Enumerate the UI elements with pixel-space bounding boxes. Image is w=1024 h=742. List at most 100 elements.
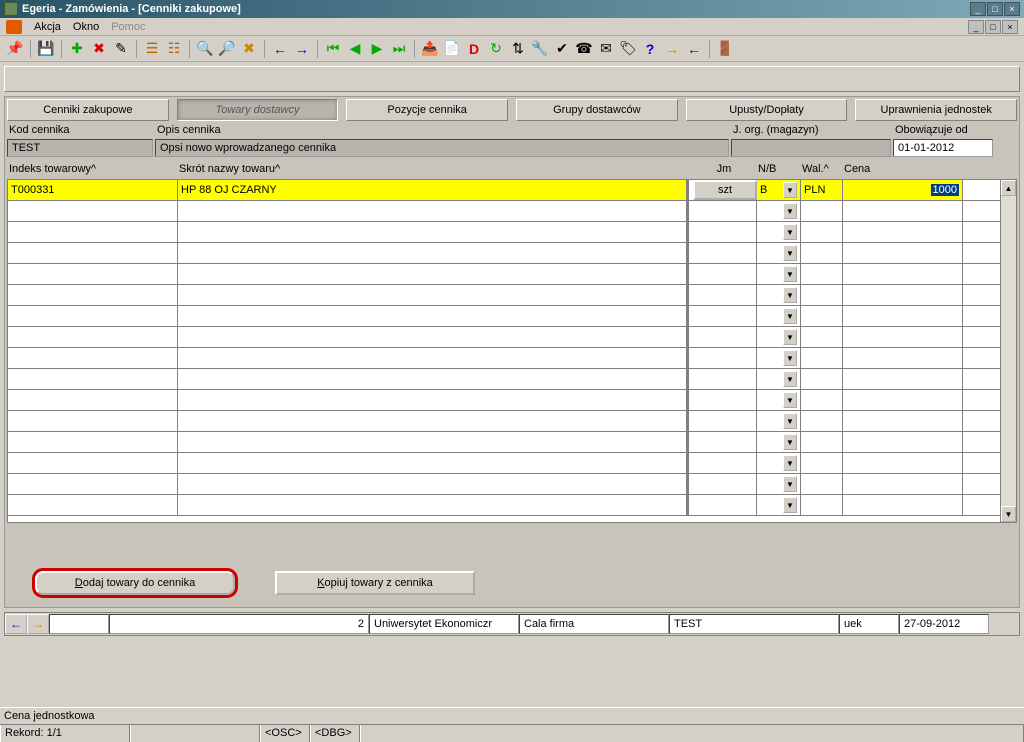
- first-icon[interactable]: ⏮: [324, 40, 342, 58]
- menu-okno[interactable]: Okno: [73, 21, 99, 33]
- dropdown-icon[interactable]: ▼: [783, 224, 797, 240]
- mail-icon[interactable]: ✉: [597, 40, 615, 58]
- dropdown-icon[interactable]: ▼: [783, 455, 797, 471]
- inner-restore-button[interactable]: □: [985, 20, 1001, 34]
- tab-uprawnienia[interactable]: Uprawnienia jednostek: [855, 99, 1017, 121]
- sort-icon[interactable]: ⇅: [509, 40, 527, 58]
- filter-icon[interactable]: 🔎: [218, 40, 236, 58]
- cell-skrot[interactable]: HP 88 OJ CZARNY: [178, 180, 689, 200]
- table-row[interactable]: ▼: [8, 327, 1000, 348]
- table-row[interactable]: ▼: [8, 243, 1000, 264]
- help-icon[interactable]: ?: [641, 40, 659, 58]
- tab-grupy-dostawcow[interactable]: Grupy dostawców: [516, 99, 678, 121]
- tool-util-icon[interactable]: 🔧: [531, 40, 549, 58]
- cell-cena[interactable]: 1000: [843, 180, 963, 200]
- dropdown-icon[interactable]: ▼: [783, 182, 797, 198]
- dropdown-icon[interactable]: ▼: [783, 308, 797, 324]
- jorg-label: J. org. (magazyn): [731, 123, 891, 139]
- menu-pomoc[interactable]: Pomoc: [111, 21, 145, 33]
- inner-minimize-button[interactable]: _: [968, 20, 984, 34]
- table-row[interactable]: ▼: [8, 411, 1000, 432]
- nav-field-firma[interactable]: Cala firma: [519, 614, 669, 634]
- dropdown-icon[interactable]: ▼: [783, 392, 797, 408]
- table-row[interactable]: ▼: [8, 390, 1000, 411]
- cell-indeks[interactable]: T000331: [8, 180, 178, 200]
- dropdown-icon[interactable]: ▼: [783, 329, 797, 345]
- pin-icon[interactable]: 📌: [6, 40, 24, 58]
- tool-doc-icon[interactable]: 📄: [443, 40, 461, 58]
- close-button[interactable]: ×: [1004, 2, 1020, 16]
- nav-left-icon[interactable]: ←: [685, 40, 703, 58]
- nav-field-org[interactable]: Uniwersytet Ekonomiczr: [369, 614, 519, 634]
- table-row[interactable]: ▼: [8, 222, 1000, 243]
- dropdown-icon[interactable]: ▼: [783, 245, 797, 261]
- table-row[interactable]: ▼: [8, 201, 1000, 222]
- dodaj-towary-button[interactable]: Dodaj towary do cennika: [35, 571, 235, 595]
- table-row[interactable]: ▼: [8, 432, 1000, 453]
- minimize-button[interactable]: _: [970, 2, 986, 16]
- row-icon-2[interactable]: ☷: [165, 40, 183, 58]
- row-icon-1[interactable]: ☰: [143, 40, 161, 58]
- table-row[interactable]: ▼: [8, 474, 1000, 495]
- scroll-track[interactable]: [1001, 196, 1016, 506]
- nav-field-date[interactable]: 27-09-2012: [899, 614, 989, 634]
- dropdown-icon[interactable]: ▼: [783, 476, 797, 492]
- scroll-up-icon[interactable]: ▲: [1001, 180, 1016, 196]
- dropdown-icon[interactable]: ▼: [783, 203, 797, 219]
- phone-icon[interactable]: ☎: [575, 40, 593, 58]
- tool-export-icon[interactable]: 📤: [421, 40, 439, 58]
- save-icon[interactable]: 💾: [37, 40, 55, 58]
- table-row[interactable]: ▼: [8, 369, 1000, 390]
- tool-tag-icon[interactable]: 🏷: [619, 40, 637, 58]
- cell-wal[interactable]: PLN: [801, 180, 843, 200]
- tool-d-icon[interactable]: D: [465, 40, 483, 58]
- prev-icon[interactable]: ◀: [346, 40, 364, 58]
- nav-next-button[interactable]: →: [27, 614, 49, 634]
- clear-search-icon[interactable]: ✖: [240, 40, 258, 58]
- nav-prev-button[interactable]: ←: [5, 614, 27, 634]
- nav-field-blank[interactable]: [49, 614, 109, 634]
- edit-icon[interactable]: ✎: [112, 40, 130, 58]
- delete-icon[interactable]: ✖: [90, 40, 108, 58]
- dropdown-icon[interactable]: ▼: [783, 287, 797, 303]
- nav-forward-icon[interactable]: →: [293, 40, 311, 58]
- dropdown-icon[interactable]: ▼: [783, 266, 797, 282]
- table-row[interactable]: ▼: [8, 495, 1000, 516]
- table-row[interactable]: ▼: [8, 285, 1000, 306]
- table-row[interactable]: ▼: [8, 453, 1000, 474]
- grid-scrollbar[interactable]: ▲ ▼: [1000, 180, 1016, 522]
- tab-towary-dostawcy[interactable]: Towary dostawcy: [177, 99, 339, 121]
- dropdown-icon[interactable]: ▼: [783, 350, 797, 366]
- tool-check-icon[interactable]: ✔: [553, 40, 571, 58]
- add-icon[interactable]: ✚: [68, 40, 86, 58]
- dropdown-icon[interactable]: ▼: [783, 434, 797, 450]
- inner-close-button[interactable]: ×: [1002, 20, 1018, 34]
- tab-pozycje-cennika[interactable]: Pozycje cennika: [346, 99, 508, 121]
- dropdown-icon[interactable]: ▼: [783, 413, 797, 429]
- exit-icon[interactable]: 🚪: [716, 40, 734, 58]
- table-row[interactable]: ▼: [8, 348, 1000, 369]
- tab-cenniki-zakupowe[interactable]: Cenniki zakupowe: [7, 99, 169, 121]
- cell-nb[interactable]: B ▼: [757, 180, 801, 200]
- table-row[interactable]: T000331 HP 88 OJ CZARNY szt B ▼ PLN 1000: [8, 180, 1000, 201]
- nav-field-user[interactable]: uek: [839, 614, 899, 634]
- tab-upusty-doplaty[interactable]: Upusty/Dopłaty: [686, 99, 848, 121]
- nav-field-num[interactable]: 2: [109, 614, 369, 634]
- nav-field-test[interactable]: TEST: [669, 614, 839, 634]
- cell-jm[interactable]: szt: [693, 180, 757, 200]
- scroll-down-icon[interactable]: ▼: [1001, 506, 1016, 522]
- dropdown-icon[interactable]: ▼: [783, 497, 797, 513]
- refresh-icon[interactable]: ↻: [487, 40, 505, 58]
- nav-back-icon[interactable]: ←: [271, 40, 289, 58]
- menu-akcja[interactable]: Akcja: [34, 21, 61, 33]
- nav-right-icon[interactable]: →: [663, 40, 681, 58]
- toolbar-separator: [264, 40, 265, 58]
- kopiuj-towary-button[interactable]: Kopiuj towary z cennika: [275, 571, 475, 595]
- table-row[interactable]: ▼: [8, 306, 1000, 327]
- last-icon[interactable]: ⏭: [390, 40, 408, 58]
- dropdown-icon[interactable]: ▼: [783, 371, 797, 387]
- table-row[interactable]: ▼: [8, 264, 1000, 285]
- next-icon[interactable]: ▶: [368, 40, 386, 58]
- maximize-button[interactable]: □: [987, 2, 1003, 16]
- search-icon[interactable]: 🔍: [196, 40, 214, 58]
